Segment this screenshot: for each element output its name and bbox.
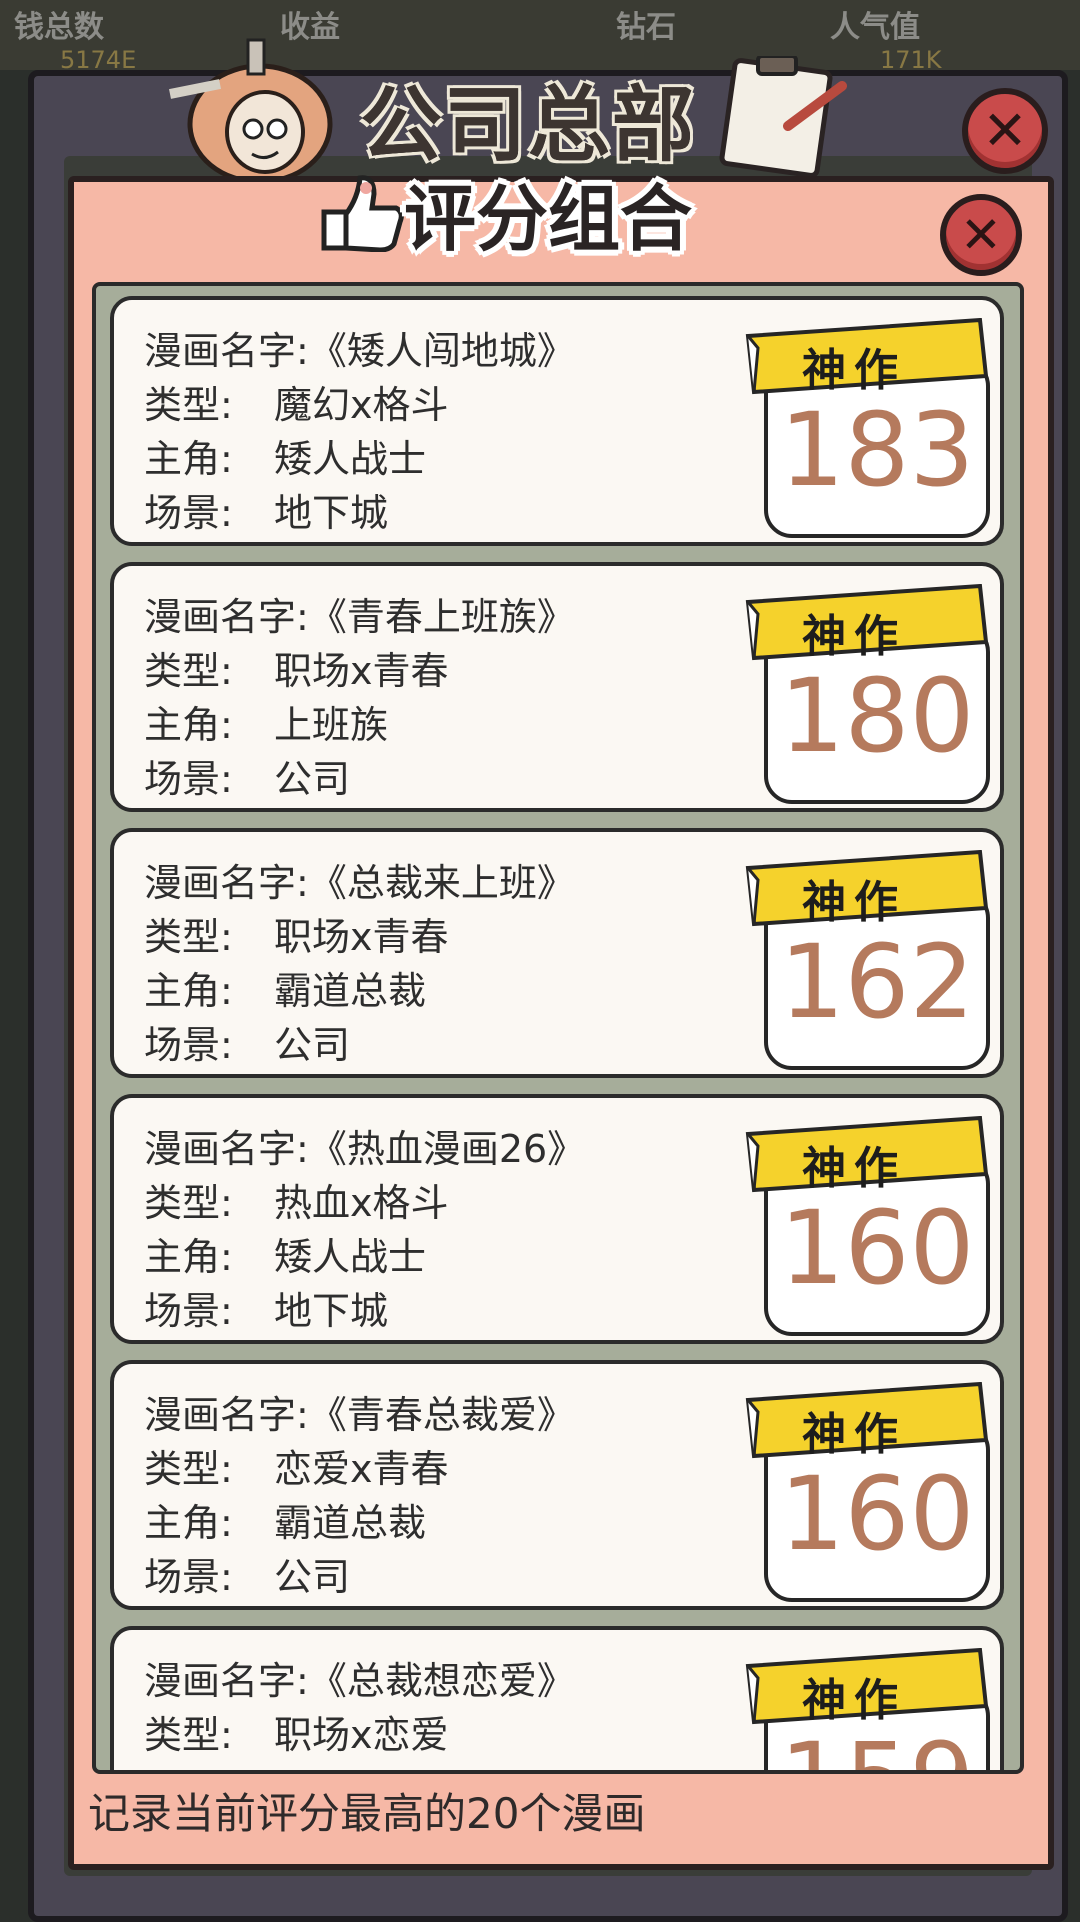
rank-label: 神作: [802, 611, 906, 662]
rank-label: 神作: [802, 1409, 906, 1460]
scene-label: 场景:: [144, 757, 233, 801]
modal-title: 评分组合: [404, 177, 693, 261]
comic-scene: 公司: [274, 757, 351, 801]
genre-label: 类型:: [144, 649, 233, 693]
rank-label: 神作: [802, 1675, 906, 1726]
comic-scene: 地下城: [274, 1289, 389, 1333]
score-badge: 神作 160: [744, 1372, 990, 1604]
comic-scene: 公司: [274, 1555, 351, 1599]
list-item[interactable]: 漫画名字:《青春总裁爱》 类型: 恋爱x青春 主角: 霸道总裁 场景: 公司 神作 1…: [110, 1360, 1004, 1610]
comic-name: 《总裁想恋爱》: [308, 1659, 575, 1703]
lead-label: 主角:: [144, 1235, 233, 1279]
lead-label: 主角:: [144, 703, 233, 747]
clipboard-icon: [719, 56, 847, 176]
footer-note: 记录当前评分最高的20个漫画: [88, 1789, 646, 1838]
name-label: 漫画名字:: [144, 595, 309, 639]
scene-label: 场景:: [144, 1023, 233, 1067]
score-value: 160: [779, 1455, 975, 1574]
lead-label: 主角:: [144, 1501, 233, 1545]
thumbs-up-icon: [321, 175, 404, 252]
list-item[interactable]: 漫画名字:《热血漫画26》 类型: 热血x格斗 主角: 矮人战士 场景: 地下城 神作…: [110, 1094, 1004, 1344]
score-value: 159: [764, 1730, 990, 1771]
comic-genre: 热血x格斗: [274, 1181, 449, 1225]
lead-label: 主角:: [144, 437, 233, 481]
comic-name: 《青春上班族》: [308, 595, 575, 639]
name-label: 漫画名字:: [144, 329, 309, 373]
close-icon: ✕: [982, 99, 1028, 162]
name-label: 漫画名字:: [144, 1393, 309, 1437]
comic-genre: 职场x恋爱: [274, 1713, 449, 1757]
score-badge: 神作 159: [744, 1638, 990, 1771]
rank-label: 神作: [802, 1143, 906, 1194]
comic-lead: 霸道总裁: [274, 1501, 427, 1545]
comic-genre: 魔幻x格斗: [274, 383, 449, 427]
rating-list[interactable]: 漫画名字:《矮人闯地城》 类型: 魔幻x格斗 主角: 矮人战士 场景: 地下城 神作 …: [92, 282, 1024, 1774]
genre-label: 类型:: [144, 1181, 233, 1225]
scene-label: 场景:: [144, 1289, 233, 1333]
comic-scene: 公司: [274, 1023, 351, 1067]
score-badge: 神作 160: [744, 1106, 990, 1338]
score-value: 160: [779, 1189, 975, 1308]
list-item[interactable]: 漫画名字:《总裁来上班》 类型: 职场x青春 主角: 霸道总裁 场景: 公司 神作 1…: [110, 828, 1004, 1078]
comic-lead: 矮人战士: [274, 437, 427, 481]
rank-label: 神作: [802, 877, 906, 928]
comic-name: 《矮人闯地城》: [308, 329, 575, 373]
comic-name: 《青春总裁爱》: [308, 1393, 575, 1437]
comic-genre: 恋爱x青春: [274, 1447, 449, 1491]
modal-close-button[interactable]: ✕: [940, 194, 1022, 276]
list-item[interactable]: 漫画名字:《青春上班族》 类型: 职场x青春 主角: 上班族 场景: 公司 神作 18…: [110, 562, 1004, 812]
close-icon: ✕: [960, 206, 1002, 264]
score-value: 180: [779, 657, 975, 776]
scene-label: 场景:: [144, 491, 233, 535]
genre-label: 类型:: [144, 1447, 233, 1491]
mascot-girl-icon: [169, 38, 333, 184]
name-label: 漫画名字:: [144, 1127, 309, 1171]
score-badge: 神作 180: [744, 574, 990, 806]
score-badge: 神作 162: [744, 840, 990, 1072]
comic-scene: 地下城: [274, 491, 389, 535]
scene-label: 场景:: [144, 1555, 233, 1599]
comic-name: 《总裁来上班》: [308, 861, 575, 905]
hq-close-button[interactable]: ✕: [962, 88, 1048, 174]
list-item[interactable]: 漫画名字:《总裁想恋爱》 类型: 职场x恋爱 神作 159: [110, 1626, 1004, 1771]
list-item[interactable]: 漫画名字:《矮人闯地城》 类型: 魔幻x格斗 主角: 矮人战士 场景: 地下城 神作 …: [110, 296, 1004, 546]
comic-lead: 霸道总裁: [274, 969, 427, 1013]
comic-genre: 职场x青春: [274, 649, 449, 693]
name-label: 漫画名字:: [144, 861, 309, 905]
name-label: 漫画名字:: [144, 1659, 309, 1703]
genre-label: 类型:: [144, 383, 233, 427]
stat-diamond-label: 钻石: [616, 10, 676, 45]
score-badge: 神作 183: [744, 308, 990, 540]
genre-label: 类型:: [144, 1713, 233, 1757]
comic-genre: 职场x青春: [274, 915, 449, 959]
comic-name: 《热血漫画26》: [308, 1127, 586, 1171]
comic-lead: 上班族: [274, 703, 389, 747]
genre-label: 类型:: [144, 915, 233, 959]
stat-money-label: 钱总数: [14, 10, 104, 45]
lead-label: 主角:: [144, 969, 233, 1013]
rank-label: 神作: [802, 345, 906, 396]
comic-lead: 矮人战士: [274, 1235, 427, 1279]
score-value: 162: [779, 923, 975, 1042]
stat-popularity-label: 人气值: [830, 10, 920, 45]
score-value: 183: [779, 391, 975, 510]
